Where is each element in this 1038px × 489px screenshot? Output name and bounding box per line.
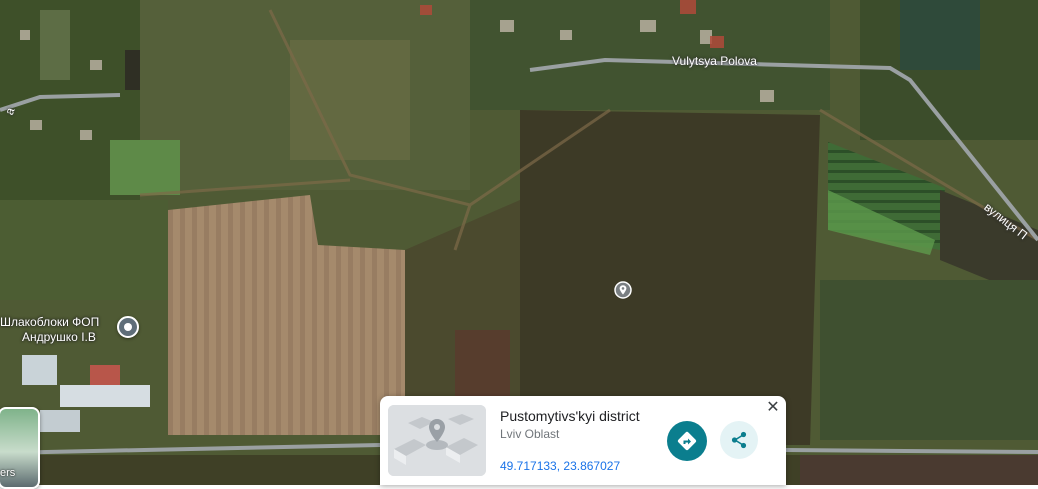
- street-view-icon: [388, 405, 486, 476]
- place-title: Pustomytivs'kyi district: [500, 408, 640, 424]
- place-coordinates[interactable]: 49.717133, 23.867027: [500, 459, 620, 473]
- place-card: Pustomytivs'kyi district Lviv Oblast 49.…: [380, 396, 786, 485]
- poi-label-line1: Шлакоблоки ФОП: [0, 315, 100, 329]
- location-pin-icon[interactable]: [614, 281, 632, 299]
- share-icon: [731, 431, 747, 449]
- layers-label: ers: [0, 467, 16, 479]
- place-thumbnail[interactable]: [388, 405, 486, 476]
- share-button[interactable]: [720, 421, 758, 459]
- poi-label[interactable]: Шлакоблоки ФОП Андрушко І.В: [0, 315, 99, 345]
- directions-button[interactable]: [667, 421, 707, 461]
- layers-control[interactable]: ers: [0, 407, 40, 489]
- directions-icon: [677, 431, 697, 451]
- place-subtitle: Lviv Oblast: [500, 427, 560, 441]
- pin-icon[interactable]: [117, 316, 139, 338]
- close-icon[interactable]: ✕: [764, 399, 782, 417]
- road-label-polova: Vulytsya Polova: [672, 54, 757, 68]
- poi-label-line2: Андрушко І.В: [22, 330, 96, 344]
